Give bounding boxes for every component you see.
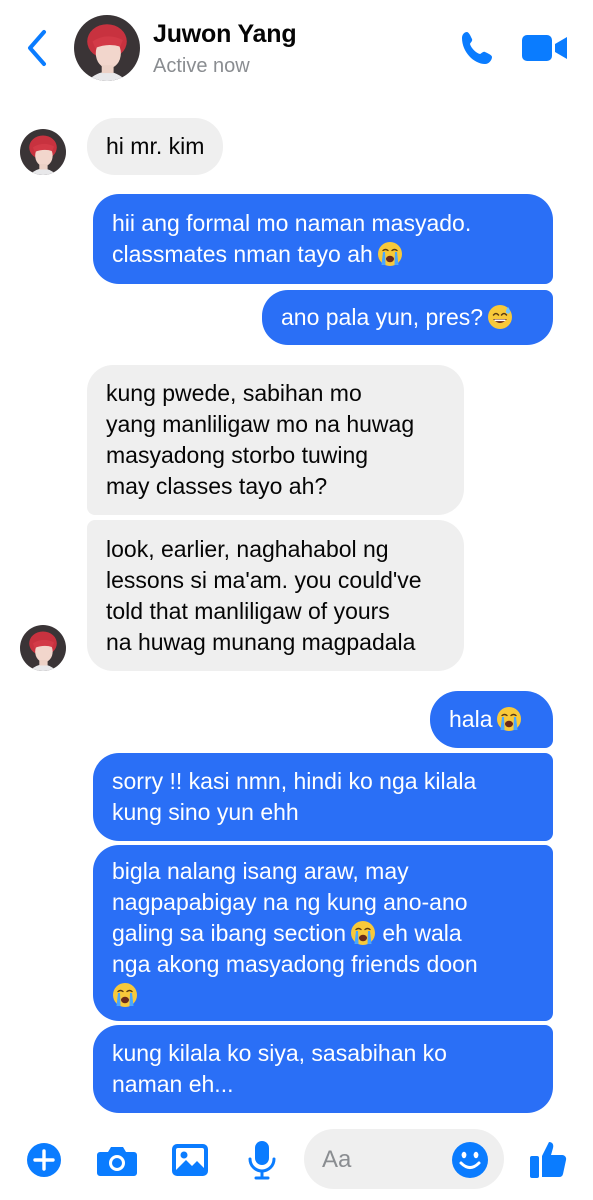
- thumbs-up-icon[interactable]: [528, 1138, 570, 1180]
- crying-emoji-icon: [350, 919, 376, 946]
- microphone-icon[interactable]: [246, 1139, 278, 1181]
- message-composer: [0, 1125, 593, 1200]
- message-bubble-outgoing[interactable]: bigla nalang isang araw, may nagpapabiga…: [93, 845, 553, 1021]
- crying-emoji-icon: [377, 241, 403, 267]
- contact-avatar-small[interactable]: [20, 129, 66, 175]
- phone-icon[interactable]: [458, 28, 498, 68]
- message-bubble-incoming[interactable]: hi mr. kim: [87, 118, 224, 175]
- back-chevron-icon[interactable]: [22, 28, 52, 68]
- message-bubble-incoming[interactable]: kung pwede, sabihan mo yang manliligaw m…: [87, 365, 464, 515]
- camera-icon[interactable]: [96, 1142, 138, 1178]
- crying-emoji-icon: [112, 981, 138, 1008]
- message-input-placeholder: Aa: [322, 1146, 352, 1173]
- contact-name[interactable]: Juwon Yang: [153, 20, 297, 49]
- message-bubble-outgoing[interactable]: hala: [430, 691, 553, 748]
- message-bubble-incoming[interactable]: look, earlier, naghahabol ng lessons si …: [87, 520, 464, 671]
- message-bubble-outgoing[interactable]: sorry !! kasi nmn, hindi ko nga kilala k…: [93, 753, 553, 841]
- message-bubble-outgoing[interactable]: hii ang formal mo naman masyado. classma…: [93, 194, 553, 284]
- sweat-smile-emoji-icon: [487, 304, 513, 330]
- contact-avatar-small[interactable]: [20, 625, 66, 671]
- active-status: Active now: [153, 55, 250, 77]
- message-bubble-outgoing[interactable]: ano pala yun, pres?: [262, 290, 553, 345]
- video-camera-icon[interactable]: [520, 30, 570, 66]
- crying-emoji-icon: [496, 706, 523, 732]
- image-icon[interactable]: [170, 1142, 210, 1178]
- conversation-header: Juwon Yang Active now: [0, 0, 593, 100]
- contact-avatar[interactable]: [74, 15, 140, 81]
- plus-circle-icon[interactable]: [25, 1141, 63, 1179]
- emoji-smile-icon[interactable]: [450, 1140, 490, 1180]
- message-bubble-outgoing[interactable]: kung kilala ko siya, sasabihan ko naman …: [93, 1025, 553, 1113]
